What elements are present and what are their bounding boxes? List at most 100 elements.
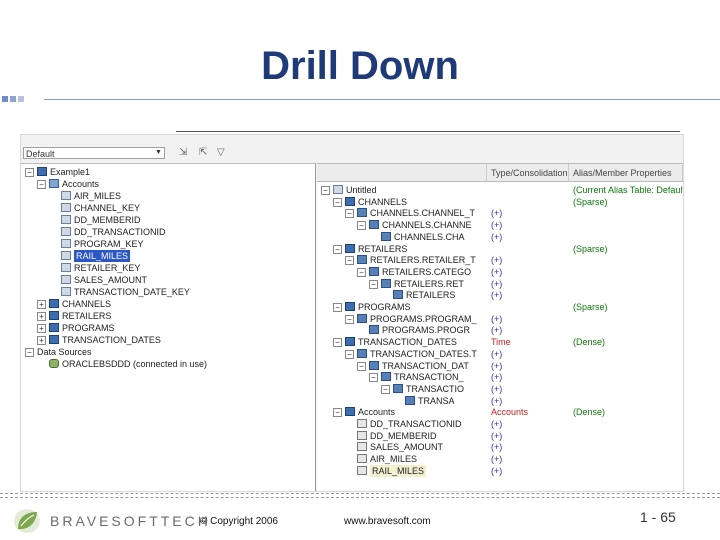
- chevron-down-icon[interactable]: ▼: [154, 149, 163, 157]
- expand-icon[interactable]: ⇲: [179, 147, 187, 158]
- tree-node[interactable]: − RETAILERS.CATEGO (+): [317, 266, 683, 278]
- member-icon: [61, 287, 71, 296]
- collapse-toggle-icon[interactable]: −: [333, 303, 342, 312]
- tree-node[interactable]: + RETAILERS: [21, 310, 313, 322]
- member-property-value: (Dense): [573, 407, 606, 418]
- tree-node[interactable]: − RETAILERS (Sparse): [317, 243, 683, 255]
- collapse-toggle-icon[interactable]: −: [25, 348, 34, 357]
- collapse-toggle-icon[interactable]: −: [333, 244, 342, 254]
- tree-node[interactable]: − CHANNELS (Sparse): [317, 196, 683, 208]
- collapse-toggle-icon[interactable]: −: [25, 168, 34, 177]
- expand-toggle-icon[interactable]: +: [37, 312, 46, 321]
- collapse-toggle-icon[interactable]: −: [357, 361, 366, 371]
- tree-node[interactable]: RAIL_MILES (+): [317, 464, 683, 477]
- tree-node[interactable]: − TRANSACTION_DAT (+): [317, 360, 683, 372]
- cube-icon: [345, 196, 355, 206]
- collapse-toggle-icon[interactable]: −: [37, 180, 46, 189]
- collapse-toggle-icon[interactable]: −: [381, 384, 390, 394]
- collapse-toggle-icon[interactable]: −: [321, 186, 330, 195]
- tree-node[interactable]: TRANSACTION_DATE_KEY: [21, 286, 313, 298]
- cube-icon: [49, 335, 59, 344]
- footer-website[interactable]: www.bravesoft.com: [344, 516, 431, 527]
- tree-node-label: Accounts: [62, 179, 100, 189]
- tree-node[interactable]: TRANSA (+): [317, 395, 683, 407]
- consolidation-value: (+): [491, 465, 503, 476]
- tree-node[interactable]: PROGRAMS.PROGR (+): [317, 324, 683, 336]
- tree-node[interactable]: ORACLEBSDDD (connected in use): [21, 358, 313, 370]
- collapse-toggle-icon[interactable]: −: [345, 349, 354, 359]
- tree-node[interactable]: − TRANSACTIO (+): [317, 383, 683, 395]
- decor-square: [10, 96, 16, 102]
- collapse-toggle-icon[interactable]: −: [333, 197, 342, 207]
- tree-node-label: TRANSACTION_: [394, 372, 464, 383]
- tree-node[interactable]: − Accounts: [21, 178, 313, 190]
- tree-node[interactable]: CHANNELS.CHA (+): [317, 231, 683, 243]
- company-logo-text: BRAVESOFTTECH: [50, 513, 211, 529]
- view-dropdown[interactable]: Default ▼: [23, 147, 165, 159]
- tree-node-label: PROGRAMS.PROGR: [382, 325, 471, 336]
- expand-toggle-icon[interactable]: +: [37, 324, 46, 333]
- tree-node[interactable]: + CHANNELS: [21, 298, 313, 310]
- tree-node[interactable]: − TRANSACTION_DATES Time (Dense): [317, 336, 683, 348]
- collapse-toggle-icon[interactable]: −: [345, 314, 354, 324]
- collapse-toggle-icon[interactable]: −: [333, 408, 342, 418]
- tree-node[interactable]: − CHANNELS.CHANNE (+): [317, 219, 683, 231]
- tree-node[interactable]: RETAILER_KEY: [21, 262, 313, 274]
- tree-node[interactable]: − CHANNELS.CHANNEL_T (+): [317, 207, 683, 219]
- tree-node[interactable]: DD_TRANSACTIONID (+): [317, 418, 683, 430]
- tree-node-label: SALES_AMOUNT: [74, 275, 148, 285]
- tree-node[interactable]: − RETAILERS.RET (+): [317, 278, 683, 290]
- tree-node[interactable]: + PROGRAMS: [21, 322, 313, 334]
- torn-edge-top: [0, 493, 720, 494]
- filter-icon[interactable]: ▽: [217, 147, 225, 158]
- tree-node[interactable]: − RETAILERS.RETAILER_T (+): [317, 254, 683, 266]
- cube-icon: [345, 302, 355, 311]
- tree-node[interactable]: RAIL_MILES: [21, 250, 313, 262]
- column-header-name[interactable]: [317, 164, 487, 182]
- tree-node[interactable]: PROGRAM_KEY: [21, 238, 313, 250]
- tree-node[interactable]: − Data Sources: [21, 346, 313, 358]
- collapse-toggle-icon[interactable]: −: [357, 267, 366, 277]
- tree-node[interactable]: − Accounts Accounts (Dense): [317, 406, 683, 418]
- tree-node[interactable]: − PROGRAMS.PROGRAM_ (+): [317, 313, 683, 325]
- decor-square: [2, 96, 8, 102]
- tree-node[interactable]: DD_TRANSACTIONID: [21, 226, 313, 238]
- member-property-value: (Dense): [573, 337, 606, 348]
- expand-toggle-icon[interactable]: +: [37, 336, 46, 345]
- leaf-logo-icon: [14, 509, 40, 533]
- tree-node-label: RETAILER_KEY: [74, 263, 141, 273]
- tree-node[interactable]: SALES_AMOUNT (+): [317, 441, 683, 453]
- collapse-icon[interactable]: ⇱: [199, 147, 207, 158]
- collapse-toggle-icon[interactable]: −: [369, 373, 378, 383]
- tree-node[interactable]: DD_MEMBERID: [21, 214, 313, 226]
- collapse-toggle-icon[interactable]: −: [345, 209, 354, 219]
- column-header-alias[interactable]: Alias/Member Properties: [569, 164, 683, 182]
- collapse-toggle-icon[interactable]: −: [369, 279, 378, 289]
- tree-node[interactable]: − PROGRAMS (Sparse): [317, 301, 683, 313]
- consolidation-value: (+): [491, 372, 503, 383]
- tree-node[interactable]: + TRANSACTION_DATES: [21, 334, 313, 346]
- tree-node[interactable]: − TRANSACTION_ (+): [317, 371, 683, 383]
- tree-node[interactable]: − Example1: [21, 166, 313, 178]
- member-icon: [61, 191, 71, 200]
- tree-node[interactable]: − Untitled (Current Alias Table: Default): [317, 184, 683, 196]
- tree-node[interactable]: SALES_AMOUNT: [21, 274, 313, 286]
- title-decoration: [2, 96, 26, 102]
- collapse-toggle-icon[interactable]: −: [333, 338, 342, 348]
- tree-node[interactable]: − TRANSACTION_DATES.T (+): [317, 348, 683, 360]
- column-header-type[interactable]: Type/Consolidation: [487, 164, 569, 182]
- tree-node-label: Untitled: [346, 185, 377, 195]
- tree-node[interactable]: RETAILERS (+): [317, 289, 683, 301]
- tree-node-label: Accounts: [358, 407, 396, 418]
- tree-node[interactable]: CHANNEL_KEY: [21, 202, 313, 214]
- collapse-toggle-icon[interactable]: −: [357, 221, 366, 231]
- consolidation-value: (+): [491, 454, 503, 465]
- account-icon: [357, 430, 367, 440]
- collapse-toggle-icon[interactable]: −: [345, 256, 354, 266]
- tree-node[interactable]: DD_MEMBERID (+): [317, 430, 683, 442]
- tree-node-label: PROGRAMS.PROGRAM_: [370, 313, 477, 324]
- tree-node[interactable]: AIR_MILES (+): [317, 453, 683, 465]
- expand-toggle-icon[interactable]: +: [37, 300, 46, 309]
- tree-node-label: RETAILERS.CATEGO: [382, 266, 472, 277]
- tree-node[interactable]: AIR_MILES: [21, 190, 313, 202]
